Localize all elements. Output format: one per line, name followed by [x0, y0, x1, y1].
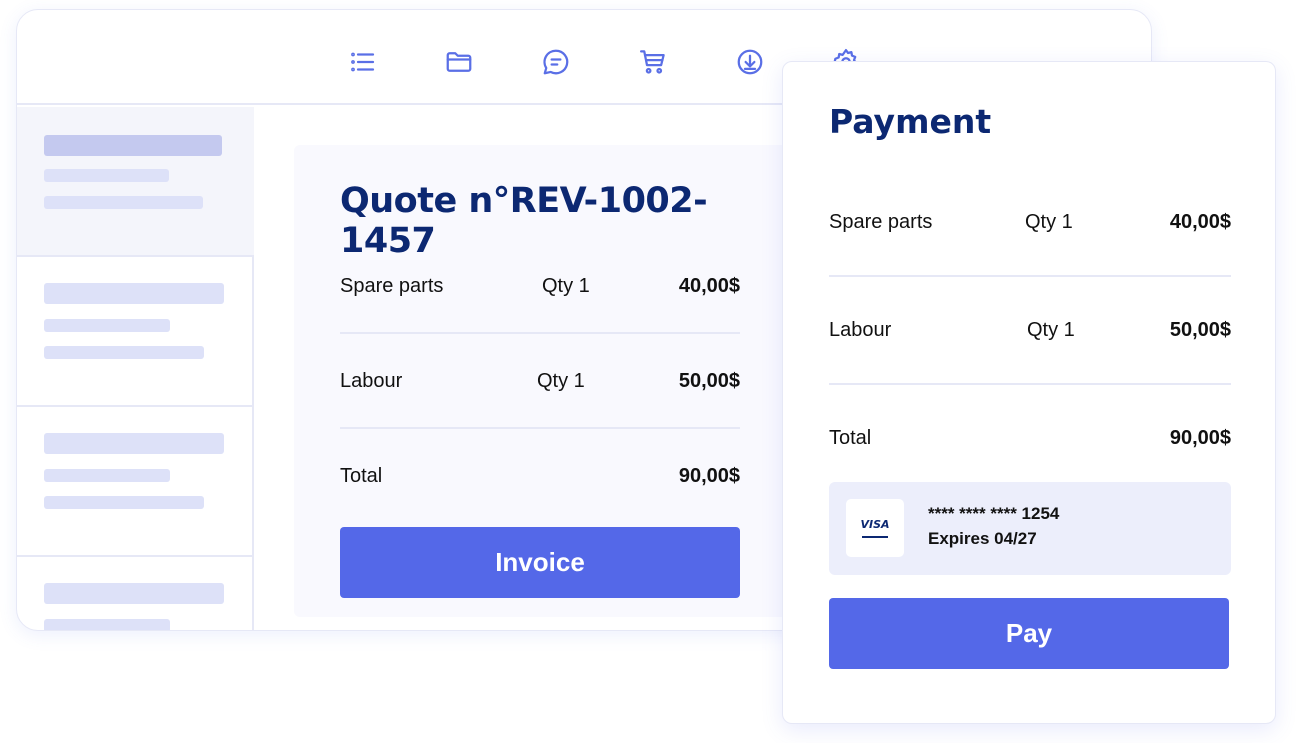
skeleton-title — [44, 283, 224, 304]
card-brand-underline — [862, 536, 888, 538]
pay-button[interactable]: Pay — [829, 598, 1229, 669]
chat-icon[interactable] — [540, 46, 572, 78]
sidebar-item[interactable] — [17, 257, 254, 407]
line-amount: 40,00$ — [678, 275, 740, 297]
line-label: Labour — [829, 319, 892, 341]
download-icon[interactable] — [734, 46, 766, 78]
total-label: Total — [829, 427, 872, 449]
sidebar-item[interactable] — [17, 557, 254, 630]
visa-icon: VISA — [846, 499, 904, 557]
folder-icon[interactable] — [443, 46, 475, 78]
line-amount: 40,00$ — [1169, 211, 1231, 233]
line-qty: Qty 1 — [542, 275, 590, 297]
quote-line-spare-parts: Spare parts Qty 1 40,00$ — [340, 267, 740, 307]
sidebar — [17, 107, 254, 630]
line-label: Spare parts — [829, 211, 933, 233]
quote-line-labour: Labour Qty 1 50,00$ — [340, 362, 740, 402]
payment-line-spare-parts: Spare parts Qty 1 40,00$ — [829, 203, 1231, 243]
card-brand: VISA — [860, 518, 890, 531]
payment-title: Payment — [829, 102, 992, 141]
saved-card[interactable]: VISA **** **** **** 1254 Expires 04/27 — [829, 482, 1231, 575]
divider — [829, 383, 1231, 385]
card-number: **** **** **** 1254 — [928, 504, 1060, 523]
line-label: Labour — [340, 370, 403, 392]
skeleton-title — [44, 135, 222, 156]
line-qty: Qty 1 — [1025, 211, 1073, 233]
skeleton-line — [44, 469, 170, 482]
total-amount: 90,00$ — [678, 465, 740, 487]
line-qty: Qty 1 — [1027, 319, 1075, 341]
skeleton-title — [44, 433, 224, 454]
total-amount: 90,00$ — [1169, 427, 1231, 449]
skeleton-line — [44, 619, 170, 630]
card-expiry: Expires 04/27 — [928, 529, 1037, 548]
payment-total: Total 90,00$ — [829, 419, 1231, 459]
skeleton-line — [44, 196, 203, 209]
line-label: Spare parts — [340, 275, 444, 297]
sidebar-item[interactable] — [17, 407, 254, 557]
line-amount: 50,00$ — [678, 370, 740, 392]
quote-title: Quote n°REV-1002-1457 — [340, 181, 708, 261]
list-icon[interactable] — [347, 46, 379, 78]
divider — [340, 427, 740, 429]
line-qty: Qty 1 — [537, 370, 585, 392]
line-amount: 50,00$ — [1169, 319, 1231, 341]
skeleton-line — [44, 319, 170, 332]
payment-line-labour: Labour Qty 1 50,00$ — [829, 311, 1231, 351]
skeleton-title — [44, 583, 224, 604]
divider — [829, 275, 1231, 277]
quote-card: Quote n°REV-1002-1457 Spare parts Qty 1 … — [294, 145, 794, 617]
quote-total: Total 90,00$ — [340, 457, 740, 497]
sidebar-item[interactable] — [17, 107, 254, 257]
skeleton-line — [44, 346, 204, 359]
skeleton-line — [44, 169, 169, 182]
skeleton-line — [44, 496, 204, 509]
cart-icon[interactable] — [637, 46, 669, 78]
invoice-button[interactable]: Invoice — [340, 527, 740, 598]
total-label: Total — [340, 465, 383, 487]
payment-panel: Payment Spare parts Qty 1 40,00$ Labour … — [782, 61, 1276, 724]
divider — [340, 332, 740, 334]
